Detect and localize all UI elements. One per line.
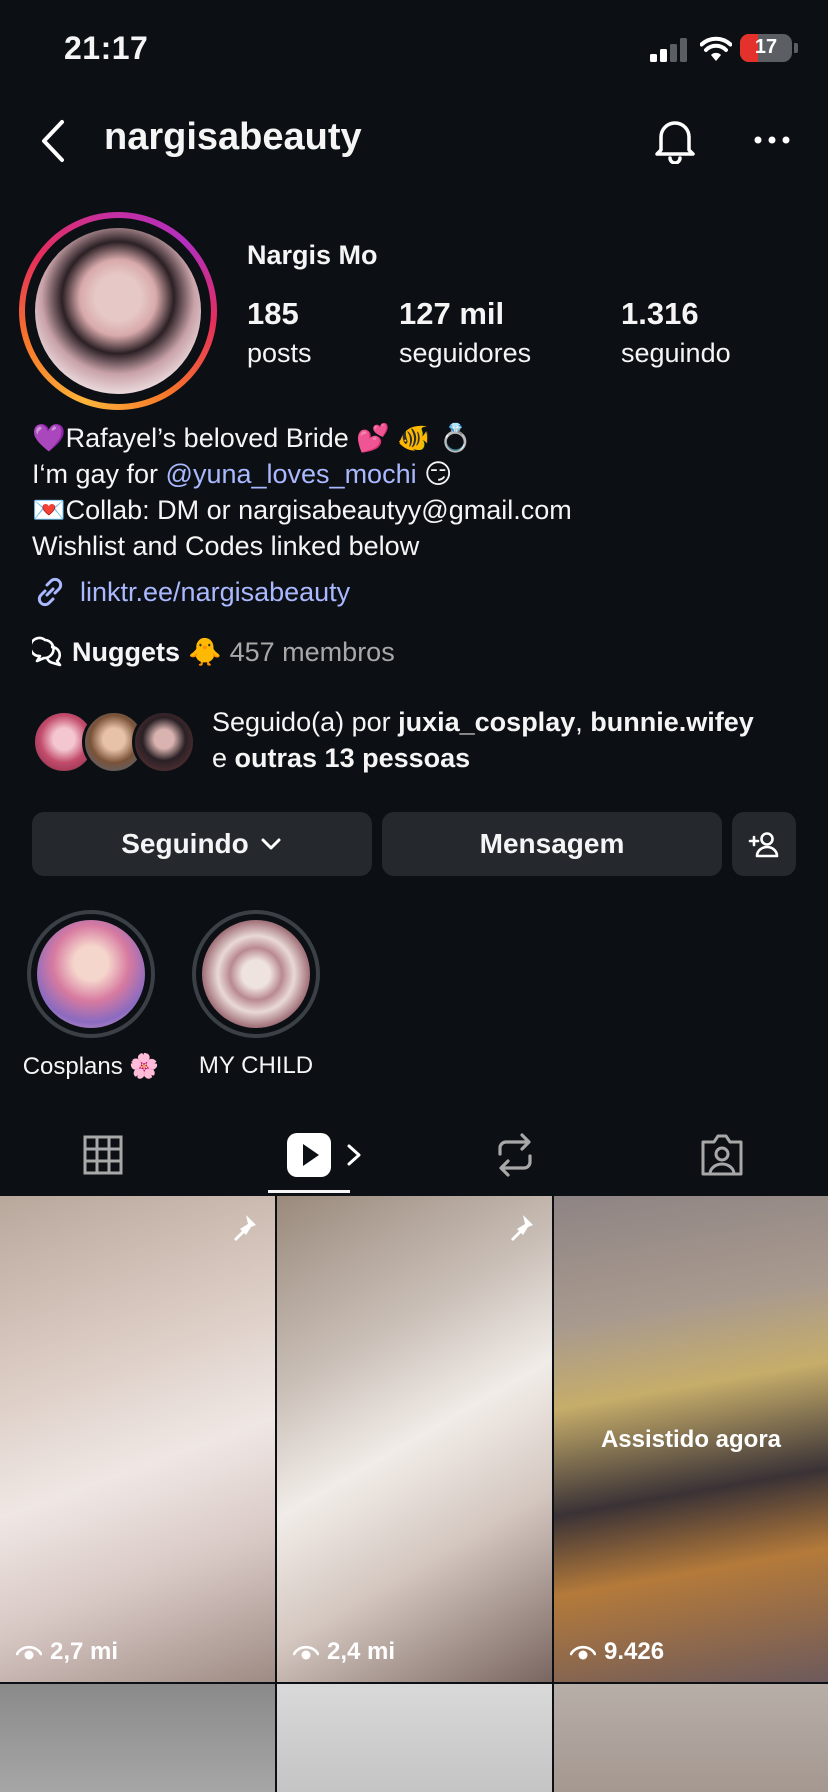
reel-thumbnail[interactable]	[554, 1684, 828, 1792]
avatar	[132, 710, 196, 774]
profile-header: nargisabeauty	[0, 100, 828, 182]
highlight-my-child[interactable]: MY CHILD	[176, 910, 336, 1080]
back-chevron-icon[interactable]	[36, 118, 72, 164]
fb-prefix: Seguido(a) por	[212, 707, 399, 737]
reel-thumbnail[interactable]	[0, 1684, 275, 1792]
profile-username: nargisabeauty	[104, 116, 362, 158]
bell-icon[interactable]	[652, 116, 698, 164]
more-options-icon[interactable]	[752, 122, 792, 158]
watched-now-label: Assistido agora	[600, 1426, 782, 1453]
highlight-label: Cosplans 🌸	[22, 1053, 160, 1080]
channel-icon	[32, 636, 62, 667]
message-label: Mensagem	[479, 828, 625, 859]
following-label: Seguindo	[121, 828, 249, 859]
reel-thumbnail[interactable]: 2,7 mi	[0, 1196, 275, 1682]
highlight-ring	[192, 910, 320, 1038]
profile-actions: Seguindo Mensagem	[32, 812, 796, 876]
stat-label: seguidores	[399, 338, 532, 368]
reels-grid: 2,7 mi 2,4 mi Assistido agora 9.426	[0, 1196, 828, 1792]
stat-value: 185	[247, 296, 299, 331]
highlight-label: MY CHILD	[198, 1052, 314, 1079]
link-text: linktr.ee/nargisabeauty	[80, 576, 351, 607]
story-ring[interactable]	[19, 212, 217, 410]
bio-line: 💌Collab: DM or nargisabeautyy@gmail.com	[32, 495, 572, 525]
stat-value: 127 mil	[399, 296, 505, 331]
channel-emoji: 🐥	[188, 637, 222, 667]
bio-line: 💜Rafayel’s beloved Bride 💕 🐠 💍	[32, 423, 473, 453]
stat-label: posts	[247, 338, 312, 368]
wifi-icon	[700, 36, 732, 61]
channel-name: Nuggets	[72, 636, 180, 667]
status-time: 21:17	[64, 30, 149, 66]
pin-icon	[511, 1215, 533, 1241]
stat-value: 1.316	[621, 296, 699, 331]
profile-avatar	[35, 228, 201, 394]
reel-thumbnail[interactable]: Assistido agora 9.426	[554, 1196, 828, 1682]
eye-icon	[16, 1645, 42, 1660]
view-count-text: 2,7 mi	[50, 1638, 119, 1665]
pin-icon	[234, 1215, 256, 1241]
fb-user[interactable]: juxia_cosplay	[398, 707, 575, 737]
add-person-icon	[748, 832, 779, 858]
story-highlights: Cosplans 🌸 MY CHILD	[0, 910, 828, 1080]
cellular-signal-icon	[650, 38, 687, 62]
reel-thumbnail[interactable]	[277, 1684, 552, 1792]
bio-text: I‘m gay for	[32, 459, 166, 489]
stat-followers[interactable]: 127 mil seguidores	[399, 296, 531, 369]
bio-mention-link[interactable]: @yuna_loves_mochi	[166, 459, 417, 489]
bio-line: I‘m gay for @yuna_loves_mochi 😏	[32, 456, 812, 492]
fb-others[interactable]: outras 13 pessoas	[235, 743, 471, 773]
stat-label: seguindo	[621, 338, 731, 368]
fb-connector: e	[212, 743, 235, 773]
eye-icon	[293, 1645, 319, 1660]
followed-by-text: Seguido(a) por juxia_cosplay, bunnie.wif…	[212, 704, 812, 776]
fb-user[interactable]: bunnie.wifey	[590, 707, 754, 737]
tab-tagged-icon[interactable]	[697, 1130, 747, 1180]
view-count: 2,4 mi	[293, 1638, 395, 1666]
tab-grid-icon[interactable]	[78, 1130, 128, 1180]
profile-bio: 💜Rafayel’s beloved Bride 💕 🐠 💍 I‘m gay f…	[32, 420, 812, 564]
battery-indicator: 17	[740, 34, 792, 62]
highlight-ring	[27, 910, 155, 1038]
link-icon	[37, 577, 63, 607]
mutual-avatars	[32, 710, 202, 776]
battery-tip	[794, 43, 798, 53]
view-count-text: 9.426	[604, 1638, 665, 1665]
highlight-cover	[202, 920, 310, 1028]
view-count-text: 2,4 mi	[327, 1638, 396, 1665]
view-count: 9.426	[570, 1638, 664, 1666]
channel-members: 457 membros	[229, 636, 395, 667]
stat-posts[interactable]: 185 posts	[247, 296, 312, 369]
tab-reels-icon[interactable]	[284, 1130, 334, 1180]
battery-level: 17	[754, 36, 778, 58]
bio-text: 😏	[416, 459, 453, 489]
chevron-down-icon	[261, 838, 281, 850]
eye-icon	[570, 1645, 596, 1660]
bio-line: Wishlist and Codes linked below	[32, 531, 420, 561]
highlight-cover	[37, 920, 145, 1028]
highlight-cosplans[interactable]: Cosplans 🌸	[11, 910, 171, 1081]
chevron-right-icon[interactable]	[342, 1142, 366, 1168]
view-count: 2,7 mi	[16, 1638, 118, 1666]
broadcast-channel[interactable]: Nuggets 🐥 457 membros	[32, 636, 395, 668]
active-tab-indicator	[268, 1190, 350, 1193]
status-bar: 21:17 17	[0, 0, 828, 100]
profile-tabs	[0, 1112, 828, 1194]
display-name: Nargis Mo	[247, 240, 378, 270]
profile-link[interactable]: linktr.ee/nargisabeauty	[32, 574, 350, 610]
following-button[interactable]: Seguindo	[32, 812, 372, 876]
stat-following[interactable]: 1.316 seguindo	[621, 296, 731, 369]
reel-thumbnail[interactable]: 2,4 mi	[277, 1196, 552, 1682]
message-button[interactable]: Mensagem	[382, 812, 722, 876]
tab-reposts-icon[interactable]	[490, 1130, 540, 1180]
fb-separator: ,	[575, 707, 591, 737]
suggest-users-button[interactable]	[732, 812, 796, 876]
followed-by[interactable]: Seguido(a) por juxia_cosplay, bunnie.wif…	[32, 704, 822, 780]
